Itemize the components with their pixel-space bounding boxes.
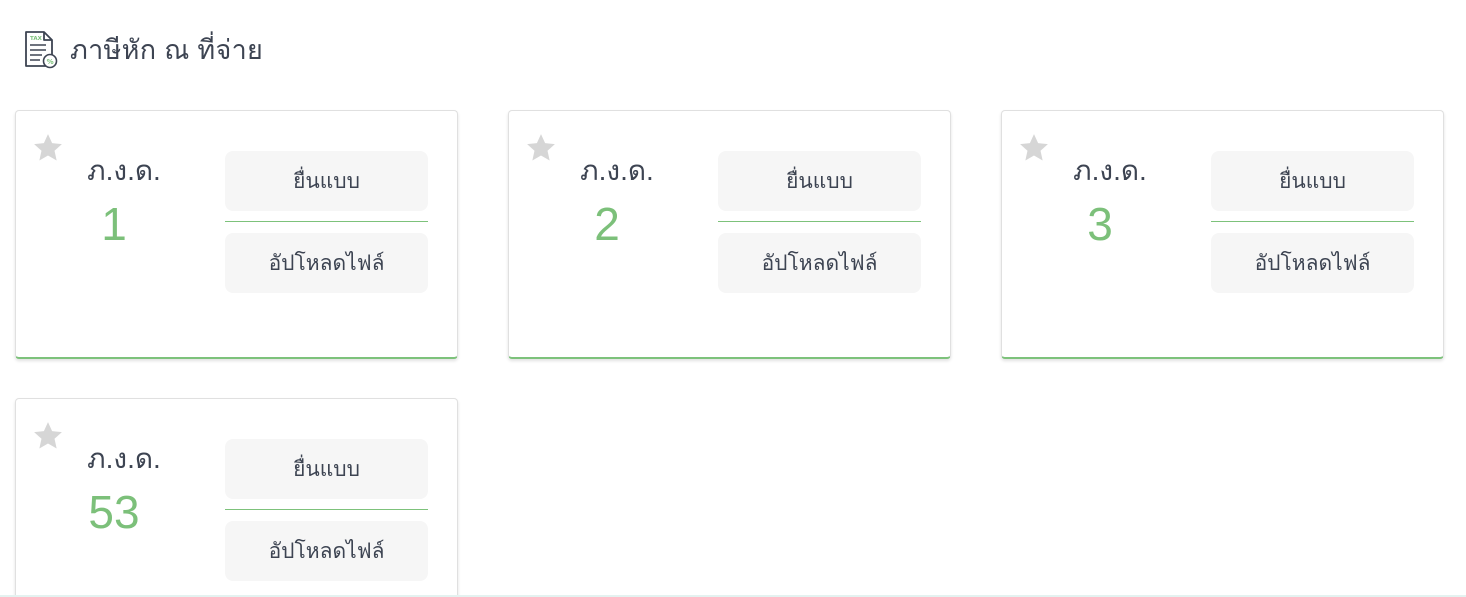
- favorite-star-icon[interactable]: [31, 131, 65, 165]
- upload-file-button[interactable]: อัปโหลดไฟล์: [1211, 233, 1414, 293]
- form-label: ภ.ง.ด.: [580, 155, 654, 186]
- favorite-star-icon[interactable]: [1017, 131, 1051, 165]
- form-label: ภ.ง.ด.: [87, 155, 161, 186]
- page-title: ภาษีหัก ณ ที่จ่าย: [70, 35, 264, 65]
- form-number: 1: [101, 198, 127, 250]
- file-form-button[interactable]: ยื่นแบบ: [225, 439, 428, 499]
- upload-file-button[interactable]: อัปโหลดไฟล์: [225, 233, 428, 293]
- form-number: 3: [1087, 198, 1113, 250]
- tax-document-icon: TAX %: [25, 30, 58, 68]
- favorite-star-icon[interactable]: [31, 419, 65, 453]
- form-label: ภ.ง.ด.: [1073, 155, 1147, 186]
- favorite-star-icon[interactable]: [524, 131, 558, 165]
- form-label: ภ.ง.ด.: [87, 443, 161, 474]
- file-form-button[interactable]: ยื่นแบบ: [225, 151, 428, 211]
- file-form-button[interactable]: ยื่นแบบ: [1211, 151, 1414, 211]
- divider: [1211, 221, 1414, 222]
- card-pnd-53: ภ.ง.ด. 53 ยื่นแบบ อัปโหลดไฟล์: [15, 398, 458, 597]
- divider: [718, 221, 921, 222]
- card-pnd-2: ภ.ง.ด. 2 ยื่นแบบ อัปโหลดไฟล์: [508, 110, 951, 359]
- form-number: 2: [594, 198, 620, 250]
- file-form-button[interactable]: ยื่นแบบ: [718, 151, 921, 211]
- svg-text:%: %: [47, 58, 54, 66]
- form-number: 53: [88, 486, 140, 538]
- divider: [225, 221, 428, 222]
- svg-text:TAX: TAX: [30, 36, 43, 42]
- card-pnd-1: ภ.ง.ด. 1 ยื่นแบบ อัปโหลดไฟล์: [15, 110, 458, 359]
- page-header: TAX % ภาษีหัก ณ ที่จ่าย: [22, 28, 263, 71]
- upload-file-button[interactable]: อัปโหลดไฟล์: [718, 233, 921, 293]
- divider: [225, 509, 428, 510]
- upload-file-button[interactable]: อัปโหลดไฟล์: [225, 521, 428, 581]
- card-pnd-3: ภ.ง.ด. 3 ยื่นแบบ อัปโหลดไฟล์: [1001, 110, 1444, 359]
